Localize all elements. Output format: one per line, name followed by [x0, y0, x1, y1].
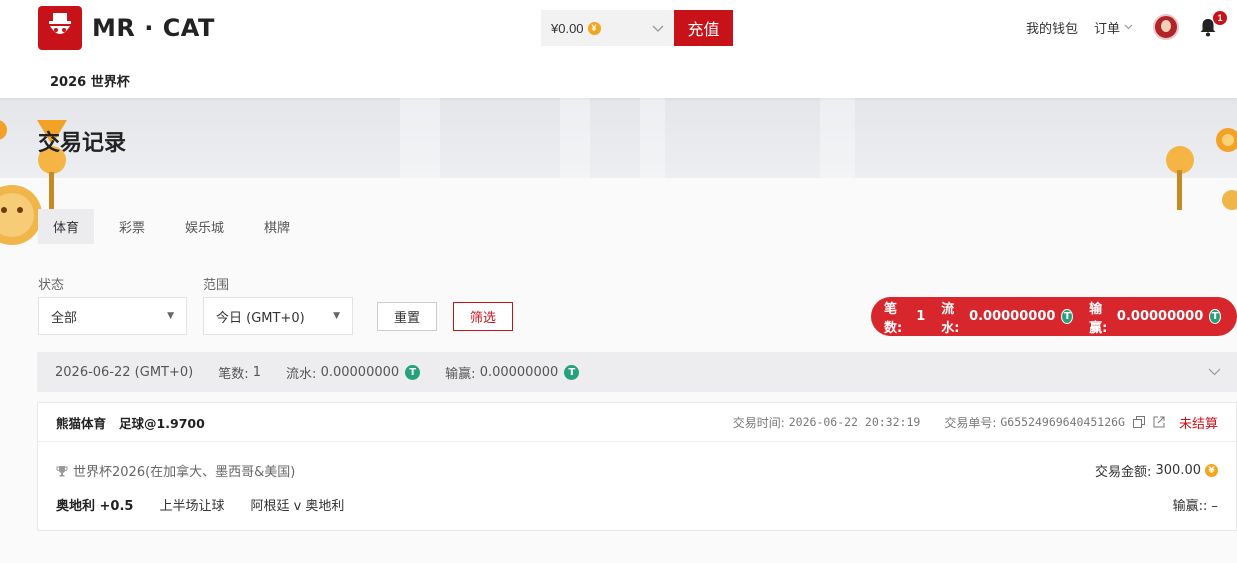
yuan-coin-icon: ¥	[1205, 464, 1218, 477]
bet-match: 阿根廷 v 奥地利	[250, 499, 345, 514]
page-title: 交易记录	[38, 131, 127, 156]
date-group-turnover-label: 流水:	[286, 366, 317, 382]
brand-name: MR · CAT	[92, 14, 215, 42]
league-info: 世界杯2026(在加拿大、墨西哥&美国)	[56, 461, 295, 480]
summary-count: 笔数: 1	[884, 298, 925, 336]
record-body: 世界杯2026(在加拿大、墨西哥&美国) 奥地利 +0.5 上半场让球 阿根廷 …	[38, 442, 1236, 530]
league-name: 世界杯2026(在加拿大、墨西哥&美国)	[73, 465, 296, 480]
category-tabs: 体育 彩票 娱乐城 棋牌	[38, 209, 315, 244]
filter-button[interactable]: 筛选	[453, 302, 513, 331]
trade-amount: 交易金额: 300.00 ¥	[1095, 461, 1218, 480]
record-order-label: 交易单号:	[944, 415, 997, 430]
caret-down-icon: ▼	[167, 311, 174, 321]
record-order-value: G6552496964045126G	[1000, 415, 1125, 429]
date-group-count-value: 1	[252, 364, 262, 380]
usdt-icon: T	[405, 364, 421, 380]
tab-lottery[interactable]: 彩票	[104, 209, 160, 244]
amount-value: 300.00	[1155, 463, 1202, 478]
range-filter-label: 范围	[203, 278, 230, 293]
trophy-icon	[56, 465, 68, 476]
top-header: MR · CAT ¥0.00 ¥ 充值 我的钱包 订单 1 2026 世界杯	[0, 0, 1237, 98]
amount-label: 交易金额:	[1094, 465, 1152, 480]
date-group-turnover: 流水: 0.00000000 T	[286, 363, 421, 382]
date-group-row[interactable]: 2026-06-22 (GMT+0) 笔数: 1 流水: 0.00000000 …	[37, 352, 1237, 392]
date-group-winloss-value: 0.00000000	[479, 364, 559, 380]
orders-label: 订单	[1093, 21, 1120, 37]
copy-icon[interactable]	[1132, 416, 1145, 428]
bell-icon[interactable]: 1	[1199, 11, 1227, 37]
summary-winloss-label: 输赢:	[1089, 301, 1108, 336]
summary-turnover-label: 流水:	[941, 301, 960, 336]
status-filter-label: 状态	[38, 278, 65, 293]
avatar[interactable]	[1153, 14, 1179, 40]
range-select[interactable]: 今日 (GMT+0) ▼	[203, 297, 353, 335]
tab-sports[interactable]: 体育	[38, 209, 95, 244]
orders-dropdown[interactable]: 订单	[1094, 18, 1133, 37]
page-banner	[0, 98, 1237, 178]
status-select[interactable]: 全部 ▼	[38, 297, 187, 335]
summary-winloss: 输赢: 0.00000000 T	[1089, 298, 1221, 336]
date-group-winloss: 输赢: 0.00000000 T	[445, 363, 580, 382]
usdt-icon: T	[1061, 309, 1074, 324]
caret-down-icon: ▼	[333, 311, 340, 321]
record-title: 熊猫体育 足球@1.9700	[56, 415, 205, 431]
chevron-down-icon	[1124, 24, 1133, 30]
usdt-icon: T	[1209, 309, 1221, 324]
recharge-button[interactable]: 充值	[674, 10, 733, 46]
reset-button[interactable]: 重置	[377, 302, 437, 331]
summary-badge: 笔数: 1 流水: 0.00000000 T 输赢: 0.00000000 T	[871, 297, 1237, 336]
date-group-date: 2026-06-22 (GMT+0)	[55, 364, 194, 380]
range-select-value: 今日 (GMT+0)	[216, 310, 305, 326]
status-badge: 未结算	[1178, 416, 1218, 432]
subnav-worldcup[interactable]: 2026 世界杯	[50, 71, 130, 90]
status-select-value: 全部	[51, 310, 78, 326]
cat-logo-icon	[38, 6, 82, 50]
date-group-count: 笔数: 1	[218, 363, 261, 382]
date-group-winloss-label: 输赢:	[445, 366, 476, 382]
wallet-link[interactable]: 我的钱包	[1026, 18, 1078, 37]
summary-count-label: 笔数:	[884, 301, 903, 336]
tab-chess[interactable]: 棋牌	[249, 209, 305, 244]
transaction-record: 熊猫体育 足球@1.9700 交易时间: 2026-06-22 20:32:19…	[37, 402, 1237, 531]
mascot-right-icon	[1166, 128, 1237, 210]
external-link-icon[interactable]	[1153, 416, 1165, 428]
date-group-count-label: 笔数:	[218, 366, 249, 382]
summary-turnover: 流水: 0.00000000 T	[941, 298, 1074, 336]
bet-line: 奥地利 +0.5 上半场让球 阿根廷 v 奥地利	[56, 495, 344, 514]
usdt-icon: T	[564, 364, 580, 380]
record-time-value: 2026-06-22 20:32:19	[788, 415, 921, 429]
bet-market: 上半场让球	[159, 499, 225, 514]
date-group-turnover-value: 0.00000000	[320, 364, 400, 380]
record-winloss: 输赢:: –	[1172, 499, 1218, 514]
summary-winloss-value: 0.00000000	[1116, 309, 1204, 324]
record-header: 熊猫体育 足球@1.9700 交易时间: 2026-06-22 20:32:19…	[38, 403, 1236, 442]
chevron-down-icon[interactable]	[1208, 365, 1221, 379]
brand-logo[interactable]: MR · CAT	[38, 6, 215, 50]
yuan-coin-icon: ¥	[587, 21, 601, 35]
record-time-label: 交易时间:	[732, 415, 785, 430]
chevron-down-icon	[652, 21, 664, 36]
summary-count-value: 1	[916, 309, 926, 324]
bet-selection: 奥地利 +0.5	[56, 499, 134, 514]
balance-dropdown[interactable]: ¥0.00 ¥	[541, 10, 674, 46]
summary-turnover-value: 0.00000000	[969, 309, 1056, 324]
tab-casino[interactable]: 娱乐城	[170, 209, 239, 244]
notification-badge: 1	[1213, 11, 1227, 25]
balance-value: ¥0.00	[551, 20, 584, 36]
